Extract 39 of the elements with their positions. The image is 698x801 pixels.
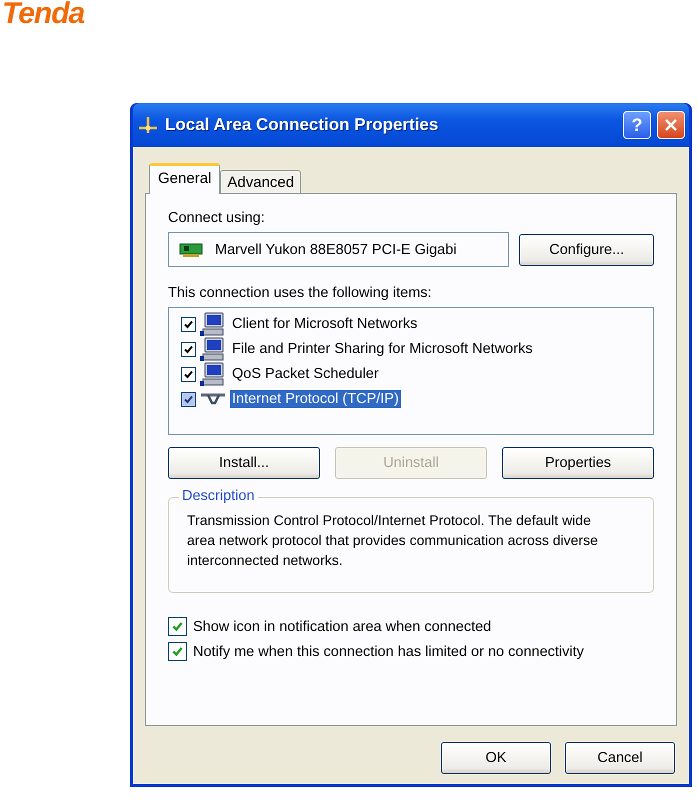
- check-icon: [183, 368, 194, 380]
- checkbox[interactable]: [181, 316, 196, 332]
- checkbox[interactable]: [168, 617, 187, 636]
- adapter-name: Marvell Yukon 88E8057 PCI-E Gigabi: [215, 242, 457, 258]
- tab[interactable]: General: [149, 163, 220, 194]
- description-text: Transmission Control Protocol/Internet Protocol. The default wide area network protocol that provides communication across diverse interconnected networks.: [187, 511, 599, 570]
- checkbox[interactable]: [181, 392, 196, 406]
- close-icon: [663, 117, 679, 133]
- list-item[interactable]: QoS Packet Scheduler: [230, 365, 381, 383]
- check-icon: [183, 394, 194, 404]
- dialog-button[interactable]: Cancel: [565, 742, 675, 774]
- list-item[interactable]: File and Printer Sharing for Microsoft Networks: [230, 340, 535, 358]
- configure-button[interactable]: Configure...: [519, 234, 654, 266]
- check-icon: [171, 645, 184, 658]
- checkbox-label: Notify me when this connection has limited or no connectivity: [193, 644, 584, 660]
- list-label: This connection uses the following items:: [168, 285, 433, 301]
- group-legend: Description: [179, 488, 258, 504]
- action-button[interactable]: Properties: [502, 447, 654, 479]
- list-item[interactable]: Internet Protocol (TCP/IP): [230, 390, 401, 408]
- checkbox[interactable]: [181, 366, 196, 382]
- computer-icon: [200, 337, 226, 361]
- field-label: Connect using:: [168, 210, 266, 226]
- computer-icon: [200, 362, 226, 386]
- checkbox[interactable]: [168, 642, 187, 661]
- computer-icon: [200, 312, 226, 336]
- network-card-icon: [179, 242, 205, 256]
- checkbox[interactable]: [181, 342, 196, 356]
- list-item[interactable]: Client for Microsoft Networks: [230, 315, 420, 333]
- window-title: Local Area Connection Properties: [165, 115, 440, 135]
- action-button[interactable]: Install...: [168, 447, 320, 479]
- tab[interactable]: Advanced: [220, 170, 302, 194]
- logo: Tenda: [1, 0, 86, 28]
- check-icon: [183, 318, 194, 330]
- check-icon: [183, 344, 194, 354]
- close-button[interactable]: [657, 111, 685, 139]
- check-icon: [171, 620, 184, 633]
- checkbox-label: Show icon in notification area when connected: [193, 618, 492, 634]
- network-icon: [137, 116, 159, 134]
- dialog-button[interactable]: OK: [441, 742, 551, 774]
